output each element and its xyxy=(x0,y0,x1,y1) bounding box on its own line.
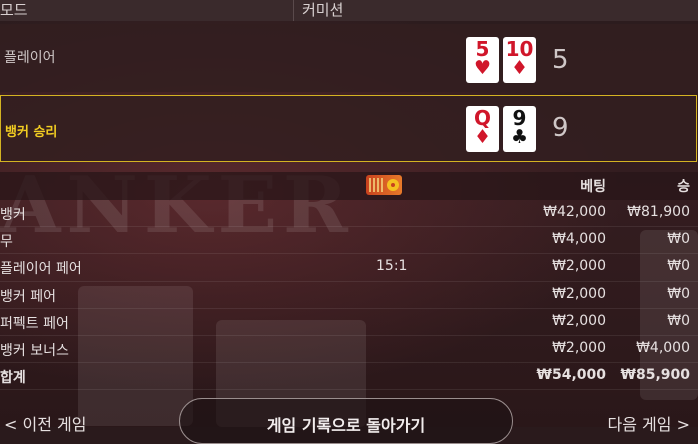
back-to-history-label: 게임 기록으로 돌아가기 xyxy=(266,416,426,435)
bet-amount: ₩2,000 xyxy=(552,312,606,329)
bet-name: 뱅커 xyxy=(0,207,26,223)
total-label: 합계 xyxy=(0,370,26,387)
bet-amount: ₩2,000 xyxy=(552,339,606,356)
bets-table: 뱅커 ₩42,000 ₩81,900 무 ₩4,000 ₩0 플레이어 페어 1… xyxy=(0,200,698,391)
footer-nav: < 이전 게임 게임 기록으로 돌아가기 다음 게임 > xyxy=(0,398,698,444)
bet-name: 플레이어 페어 xyxy=(0,261,82,278)
total-bet: ₩54,000 xyxy=(536,367,606,384)
bet-amount: ₩42,000 xyxy=(543,204,606,220)
table-row: 퍼펙트 페어 ₩2,000 ₩0 xyxy=(0,309,698,336)
win-amount: ₩4,000 xyxy=(636,339,690,356)
player-score: 5 xyxy=(552,45,569,75)
bet-name: 무 xyxy=(0,234,13,251)
table-row: 뱅커 페어 ₩2,000 ₩0 xyxy=(0,282,698,309)
banker-win-label: 뱅커 승리 xyxy=(5,125,58,140)
win-amount: ₩0 xyxy=(667,312,690,329)
banker-card-2: 9 ♣ xyxy=(503,106,536,152)
total-win: ₩85,900 xyxy=(620,367,690,384)
banker-score: 9 xyxy=(552,113,569,143)
table-row: 뱅커 보너스 ₩2,000 ₩4,000 xyxy=(0,336,698,364)
divider xyxy=(293,0,294,21)
win-column-header: 승 xyxy=(677,179,690,195)
table-row: 무 ₩4,000 ₩0 xyxy=(0,227,698,255)
player-card-2: 10 ♦ xyxy=(503,37,536,83)
player-card-1: 5 ♥ xyxy=(466,37,499,83)
win-amount: ₩0 xyxy=(667,285,690,302)
bet-name: 뱅커 페어 xyxy=(0,288,56,305)
bet-name: 뱅커 보너스 xyxy=(0,342,69,359)
side-bet-icon xyxy=(366,175,402,195)
bet-payout: 15:1 xyxy=(376,258,408,275)
bet-amount: ₩2,000 xyxy=(552,258,606,275)
banker-card-1: Q ♦ xyxy=(466,106,499,152)
banker-hand: 뱅커 승리 Q ♦ 9 ♣ 9 xyxy=(0,95,697,162)
win-amount: ₩81,900 xyxy=(627,204,690,220)
commission-label: 커미션 xyxy=(302,1,344,19)
player-hand: 플레이어 5 ♥ 10 ♦ 5 xyxy=(0,24,698,92)
player-label: 플레이어 xyxy=(4,50,56,66)
bet-amount: ₩2,000 xyxy=(552,285,606,302)
table-row: 뱅커 ₩42,000 ₩81,900 xyxy=(0,200,698,228)
mode-label: 모드 xyxy=(0,1,28,19)
bet-name: 퍼펙트 페어 xyxy=(0,315,69,332)
table-row: 플레이어 페어 15:1 ₩2,000 ₩0 xyxy=(0,254,698,282)
bets-table-header: 베팅 승 xyxy=(0,172,698,200)
mode-header: 모드 커미션 xyxy=(0,0,698,21)
bet-column-header: 베팅 xyxy=(580,179,606,195)
back-to-history-button[interactable]: 게임 기록으로 돌아가기 xyxy=(179,398,513,444)
total-row: 합계 ₩54,000 ₩85,900 xyxy=(0,363,698,391)
bet-amount: ₩4,000 xyxy=(552,231,606,248)
win-amount: ₩0 xyxy=(667,258,690,275)
previous-game-button[interactable]: < 이전 게임 xyxy=(4,411,86,435)
next-game-button[interactable]: 다음 게임 > xyxy=(608,411,690,435)
win-amount: ₩0 xyxy=(667,231,690,248)
